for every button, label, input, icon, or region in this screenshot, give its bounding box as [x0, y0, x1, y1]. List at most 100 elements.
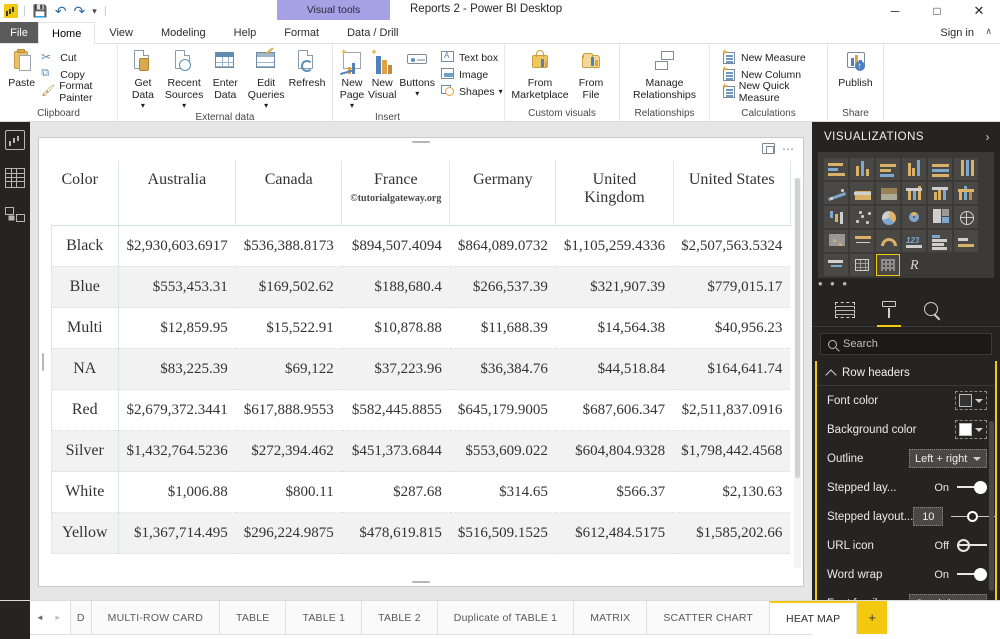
text-box-button[interactable]: Text box: [437, 49, 506, 66]
visual-type-gallery[interactable]: 123 R: [818, 152, 994, 278]
add-page-button[interactable]: +: [857, 601, 887, 634]
new-page-caret-icon[interactable]: ▾: [350, 101, 354, 110]
scatter-chart-icon[interactable]: [850, 206, 874, 228]
toggle-switch[interactable]: [957, 481, 987, 494]
setting-stepped-layout-indentation[interactable]: Stepped layout... 10: [817, 502, 995, 531]
undo-icon[interactable]: ↶: [53, 4, 69, 18]
from-file-button[interactable]: From File: [571, 47, 611, 103]
table-row[interactable]: Yellow $1,367,714.495 $296,224.9875 $478…: [52, 513, 791, 554]
format-list-scrollbar[interactable]: [989, 421, 994, 591]
tab-format[interactable]: [878, 300, 900, 320]
tab-file[interactable]: File: [0, 22, 38, 43]
kpi-icon[interactable]: [954, 230, 978, 252]
recent-sources-caret-icon[interactable]: ▾: [182, 101, 186, 110]
setting-font-color[interactable]: Font color: [817, 386, 995, 415]
collapse-ribbon-icon[interactable]: ∧: [985, 26, 992, 37]
tab-help[interactable]: Help: [220, 22, 271, 43]
customize-qat-icon[interactable]: ▾: [90, 7, 99, 16]
chevron-down-icon[interactable]: [975, 399, 983, 403]
setting-word-wrap[interactable]: Word wrap On: [817, 560, 995, 589]
resize-handle-top[interactable]: [412, 141, 430, 143]
100-stacked-column-chart-icon[interactable]: [954, 158, 978, 180]
edit-queries-button[interactable]: Edit Queries ▾: [246, 47, 286, 112]
table-row[interactable]: Red $2,679,372.3441 $617,888.9553 $582,4…: [52, 390, 791, 431]
new-visual-button[interactable]: ✦ New Visual: [367, 47, 397, 103]
column-header-united-states[interactable]: United States: [673, 161, 790, 226]
format-painter-button[interactable]: Format Painter: [38, 83, 112, 100]
column-header-germany[interactable]: Germany: [450, 161, 556, 226]
page-tab-matrix[interactable]: MATRIX: [573, 601, 646, 634]
setting-url-icon[interactable]: URL icon Off: [817, 531, 995, 560]
page-tab-heat-map[interactable]: HEAT MAP: [769, 601, 857, 634]
close-button[interactable]: ✕: [958, 0, 1000, 22]
new-measure-button[interactable]: ✦ New Measure: [719, 49, 822, 66]
get-data-button[interactable]: Get Data ▾: [123, 47, 163, 112]
100-stacked-bar-chart-icon[interactable]: [928, 158, 952, 180]
tab-analytics[interactable]: [922, 300, 944, 320]
table-row[interactable]: NA $83,225.39 $69,122 $37,223.96 $36,384…: [52, 349, 791, 390]
recent-sources-button[interactable]: Recent Sources ▾: [164, 47, 205, 112]
setting-stepped-layout[interactable]: Stepped lay... On: [817, 473, 995, 502]
resize-handle-bottom[interactable]: [412, 581, 430, 583]
line-stacked-column-chart-icon[interactable]: [902, 182, 926, 204]
next-page-icon[interactable]: ►: [54, 613, 62, 622]
page-tab-duplicate-of-table-1[interactable]: Duplicate of TABLE 1: [437, 601, 573, 634]
shapes-button[interactable]: Shapes ▾: [437, 83, 506, 100]
gauge-icon[interactable]: [876, 230, 900, 252]
new-quick-measure-button[interactable]: ✦ New Quick Measure: [719, 83, 822, 100]
page-tab-scatter-chart[interactable]: SCATTER CHART: [646, 601, 769, 634]
sign-in-link[interactable]: Sign in: [940, 22, 974, 44]
buttons-button[interactable]: Buttons ▾: [398, 47, 436, 100]
refresh-button[interactable]: Refresh: [287, 47, 327, 91]
table-row[interactable]: Multi $12,859.95 $15,522.91 $10,878.88 $…: [52, 308, 791, 349]
funnel-chart-icon[interactable]: [850, 230, 874, 252]
indentation-value[interactable]: 10: [913, 507, 943, 526]
edit-queries-caret-icon[interactable]: ▾: [264, 101, 268, 110]
column-header-france[interactable]: France ©tutorialgateway.org: [342, 161, 450, 226]
column-header-australia[interactable]: Australia: [118, 161, 236, 226]
setting-background-color[interactable]: Background color: [817, 415, 995, 444]
url-icon-toggle-group[interactable]: Off: [935, 539, 987, 552]
format-search-input[interactable]: Search: [820, 333, 992, 355]
page-tab-table[interactable]: TABLE: [219, 601, 285, 634]
tab-view[interactable]: View: [95, 22, 147, 43]
column-header-united-kingdom[interactable]: United Kingdom: [556, 161, 673, 226]
toggle-switch[interactable]: [957, 568, 987, 581]
report-canvas[interactable]: ⋯ Color Australia Canada France ©tutoria…: [30, 122, 812, 600]
matrix-icon[interactable]: [876, 254, 900, 276]
map-icon[interactable]: [954, 206, 978, 228]
pie-chart-icon[interactable]: [876, 206, 900, 228]
clustered-column-chart-icon[interactable]: [902, 158, 926, 180]
get-data-caret-icon[interactable]: ▾: [141, 101, 145, 110]
ribbon-chart-icon[interactable]: [954, 182, 978, 204]
shapes-caret-icon[interactable]: ▾: [499, 87, 503, 96]
outline-dropdown[interactable]: Left + right: [909, 449, 987, 468]
stacked-bar-chart-icon[interactable]: [824, 158, 848, 180]
manage-relationships-button[interactable]: Manage Relationships: [629, 47, 701, 103]
column-header-color[interactable]: Color: [52, 161, 119, 226]
line-chart-icon[interactable]: [824, 182, 848, 204]
r-script-visual-icon[interactable]: R: [902, 254, 926, 276]
tab-modeling[interactable]: Modeling: [147, 22, 220, 43]
background-color-picker[interactable]: [955, 420, 987, 439]
tab-format[interactable]: Format: [270, 22, 333, 43]
page-tab-table-1[interactable]: TABLE 1: [285, 601, 361, 634]
indentation-control-group[interactable]: 10: [913, 507, 997, 526]
collapse-pane-icon[interactable]: ›: [986, 130, 991, 144]
new-page-button[interactable]: ✦ New Page ▾: [338, 47, 366, 112]
image-button[interactable]: Image: [437, 66, 506, 83]
page-tab-multi-row-card[interactable]: MULTI-ROW CARD: [91, 601, 219, 634]
sidebar-item-report-view[interactable]: [5, 130, 25, 150]
treemap-icon[interactable]: [928, 206, 952, 228]
slicer-icon[interactable]: [824, 254, 848, 276]
buttons-caret-icon[interactable]: ▾: [415, 89, 419, 98]
card-icon[interactable]: 123: [902, 230, 926, 252]
tab-data-drill[interactable]: Data / Drill: [333, 22, 412, 43]
column-header-canada[interactable]: Canada: [236, 161, 342, 226]
stacked-area-chart-icon[interactable]: [876, 182, 900, 204]
setting-outline[interactable]: Outline Left + right: [817, 444, 995, 473]
table-row[interactable]: Blue $553,453.31 $169,502.62 $188,680.4 …: [52, 267, 791, 308]
word-wrap-toggle-group[interactable]: On: [934, 568, 987, 581]
matrix-table[interactable]: Color Australia Canada France ©tutorialg…: [51, 161, 791, 554]
donut-chart-icon[interactable]: [902, 206, 926, 228]
